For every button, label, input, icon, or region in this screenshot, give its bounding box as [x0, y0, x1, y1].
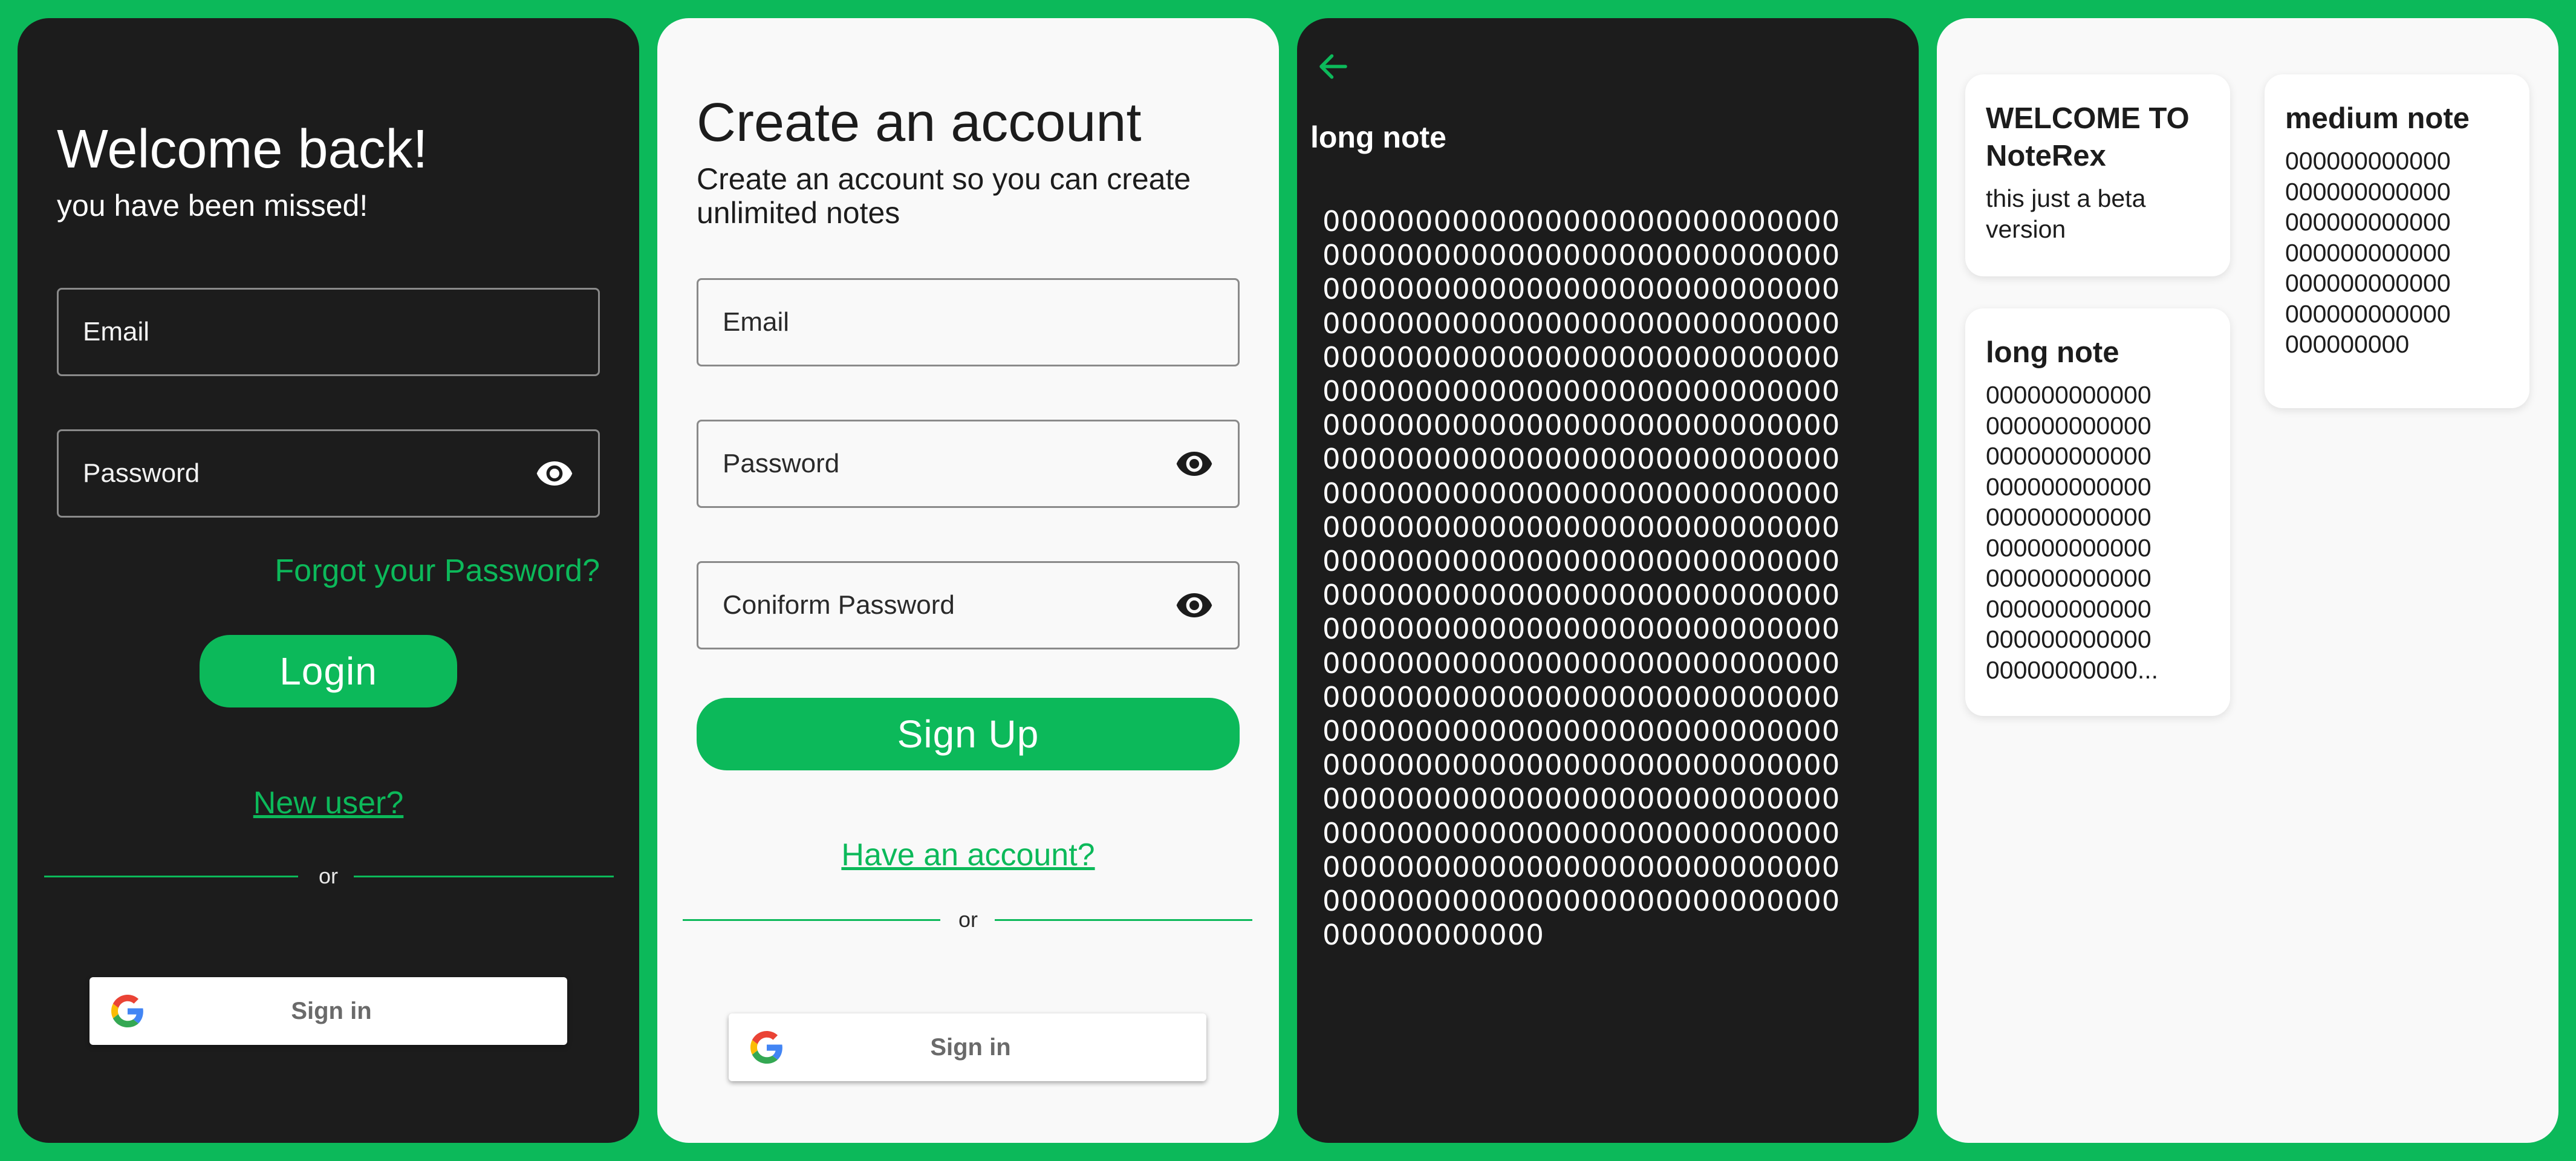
text-line: 000000000000 [1986, 411, 2152, 440]
login-title: Welcome back! [57, 119, 428, 180]
email-field-label: Email [83, 317, 150, 346]
note-card-medium[interactable]: medium note 000000000000 000000000000 0000… [2265, 74, 2529, 408]
text-line: 0000000000000000000000000000 [1322, 307, 1841, 340]
login-subtitle: you have been missed! [57, 189, 368, 223]
email-field[interactable]: Email [697, 278, 1240, 366]
divider-or: or [318, 863, 338, 888]
note-card-body: 000000000000 000000000000 000000000000 0000… [1986, 380, 2211, 685]
text-line: 0000000000000000000000000000 [1322, 850, 1841, 883]
text-line: 0000000000000000000000000000 [1322, 375, 1841, 408]
signup-button[interactable]: Sign Up [697, 698, 1240, 770]
text-line: 000000000000 [2285, 238, 2451, 267]
text-line: 0000000000000000000000000000 [1322, 273, 1841, 306]
google-icon [111, 995, 143, 1027]
note-card-title: WELCOME TO NoteRex [1986, 102, 2190, 173]
confirm-password-field[interactable]: Coniform Password [697, 561, 1240, 649]
text-line: 0000000000000000000000000000 [1322, 510, 1841, 544]
google-icon [750, 1031, 782, 1064]
note-card-body: 000000000000 000000000000 000000000000 0000… [2285, 146, 2510, 360]
password-field-label: Password [723, 449, 840, 478]
text-line: 000000000000 [2285, 147, 2451, 175]
text-line: 000000000000 [2285, 269, 2451, 298]
text-line: 0000000000000000000000000000 [1322, 885, 1841, 918]
text-line: 000000000000 [1986, 503, 2152, 532]
text-line: 0000000000000000000000000000 [1322, 476, 1841, 510]
text-line: 0000000000000000000000000000 [1322, 782, 1841, 816]
text-line: 0000000000000000000000000000 [1322, 579, 1841, 612]
text-line: version [1986, 215, 2066, 243]
text-line: 000000000000 [1322, 919, 1545, 952]
eye-icon[interactable] [535, 454, 574, 493]
text-line: 0000000000000000000000000000 [1322, 205, 1841, 238]
login-button[interactable]: Login [200, 635, 457, 707]
text-line: 000000000000 [2285, 208, 2451, 236]
back-arrow-icon[interactable] [1315, 48, 1351, 85]
divider-right [354, 876, 614, 877]
note-card-title: medium note [2285, 102, 2470, 135]
text-line: 000000000000 [1986, 625, 2152, 654]
note-card-welcome[interactable]: WELCOME TO NoteRex this just a beta versi… [1965, 74, 2230, 276]
password-field-label: Password [83, 458, 200, 488]
forgot-password-link[interactable]: Forgot your Password? [275, 553, 600, 589]
text-line: 000000000000 [2285, 177, 2451, 206]
text-line: 00000000000... [1986, 655, 2158, 684]
have-account-link[interactable]: Have an account? [657, 837, 1279, 873]
text-line: 0000000000000000000000000000 [1322, 646, 1841, 680]
divider-left [44, 876, 298, 877]
text-line: 000000000000 [1986, 442, 2152, 470]
signup-subtitle: Create an account so you can create unli… [697, 162, 1191, 230]
text-line: 0000000000000000000000000000 [1322, 443, 1841, 476]
text-line: 0000000000000000000000000000 [1322, 239, 1841, 272]
note-detail-screen: long note 0000000000000000000000000000 00… [1297, 18, 1919, 1143]
google-sign-in-button[interactable]: Sign in [729, 1013, 1206, 1081]
google-sign-in-label: Sign in [930, 1033, 1011, 1061]
password-field[interactable]: Password [57, 429, 600, 518]
note-card-title: long note [1986, 336, 2119, 369]
note-body[interactable]: 0000000000000000000000000000 000000000000… [1322, 204, 1903, 952]
confirm-password-field-label: Coniform Password [723, 590, 955, 620]
email-field-label: Email [723, 307, 790, 337]
note-card-long[interactable]: long note 000000000000 000000000000 000000… [1965, 308, 2230, 716]
text-line: 000000000000 [1986, 381, 2152, 409]
text-line: 0000000000000000000000000000 [1322, 545, 1841, 578]
text-line: 0000000000000000000000000000 [1322, 613, 1841, 646]
login-screen: Welcome back! you have been missed! Emai… [18, 18, 639, 1143]
divider-right [995, 919, 1252, 921]
text-line: 000000000000 [2285, 299, 2451, 328]
eye-icon[interactable] [1175, 444, 1214, 483]
signup-title: Create an account [697, 93, 1142, 153]
google-sign-in-label: Sign in [291, 997, 372, 1024]
text-line: 0000000000000000000000000000 [1322, 409, 1841, 442]
google-sign-in-button[interactable]: Sign in [89, 977, 567, 1045]
divider-or: or [958, 907, 978, 932]
new-user-link[interactable]: New user? [18, 785, 639, 821]
eye-icon[interactable] [1175, 586, 1214, 625]
text-line: this just a beta [1986, 184, 2146, 213]
text-line: 0000000000000000000000000000 [1322, 680, 1841, 714]
text-line: 000000000000 [1986, 533, 2152, 562]
signup-screen: Create an account Create an account so y… [657, 18, 1279, 1143]
text-line: 000000000000 [1986, 564, 2152, 593]
text-line: 0000000000000000000000000000 [1322, 715, 1841, 748]
email-field[interactable]: Email [57, 288, 600, 376]
text-line: 0000000000000000000000000000 [1322, 340, 1841, 374]
text-line: 0000000000000000000000000000 [1322, 749, 1841, 782]
text-line: 000000000000 [1986, 594, 2152, 623]
note-title: long note [1310, 120, 1446, 154]
password-field[interactable]: Password [697, 420, 1240, 508]
notes-list-screen: WELCOME TO NoteRex this just a beta versi… [1937, 18, 2558, 1143]
text-line: 000000000 [2285, 330, 2410, 359]
divider-left [683, 919, 940, 921]
text-line: 0000000000000000000000000000 [1322, 816, 1841, 850]
note-card-body: this just a beta version [1986, 183, 2211, 244]
text-line: 000000000000 [1986, 472, 2152, 501]
